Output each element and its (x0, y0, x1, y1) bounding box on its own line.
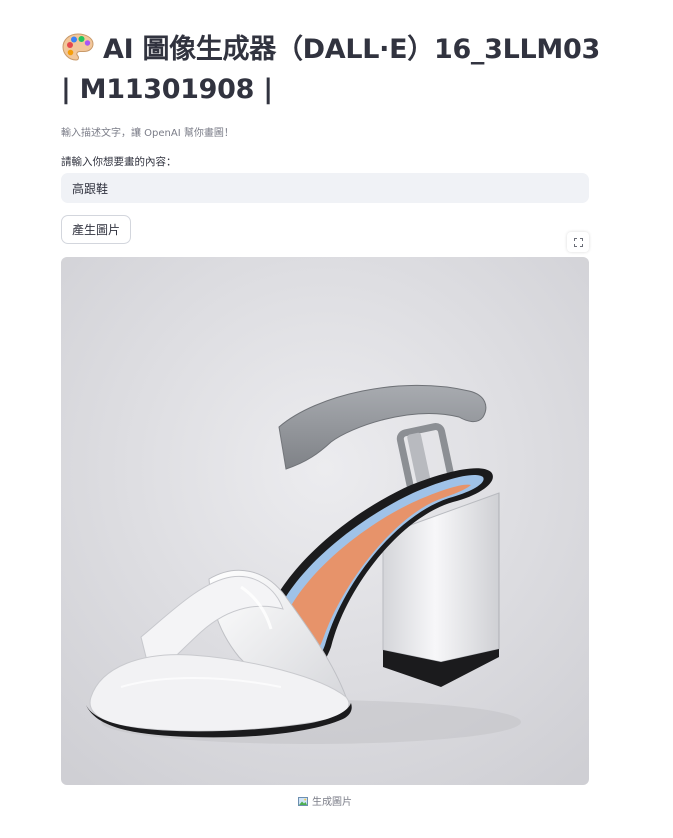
fullscreen-button[interactable] (567, 232, 589, 252)
prompt-label: 請輸入你想要畫的內容： (61, 156, 177, 168)
expand-icon (573, 237, 583, 247)
generated-image (61, 257, 589, 785)
page-caption: 輸入描述文字，讓 OpenAI 幫你畫圖！ (61, 128, 234, 139)
image-caption: 生成圖片 (61, 793, 589, 808)
prompt-input[interactable] (61, 173, 589, 203)
image-caption-text: 生成圖片 (312, 797, 352, 808)
generate-image-button[interactable]: 產生圖片 (61, 215, 132, 244)
page-title-text: AI 圖像生成器（DALL·E）16_3LLM03 | M11301908 | (61, 34, 600, 105)
image-icon (298, 797, 308, 806)
artist-palette-icon (62, 33, 94, 61)
generated-sandal-image (61, 257, 589, 785)
page-title: AI 圖像生成器（DALL·E）16_3LLM03 | M11301908 | (61, 30, 601, 110)
